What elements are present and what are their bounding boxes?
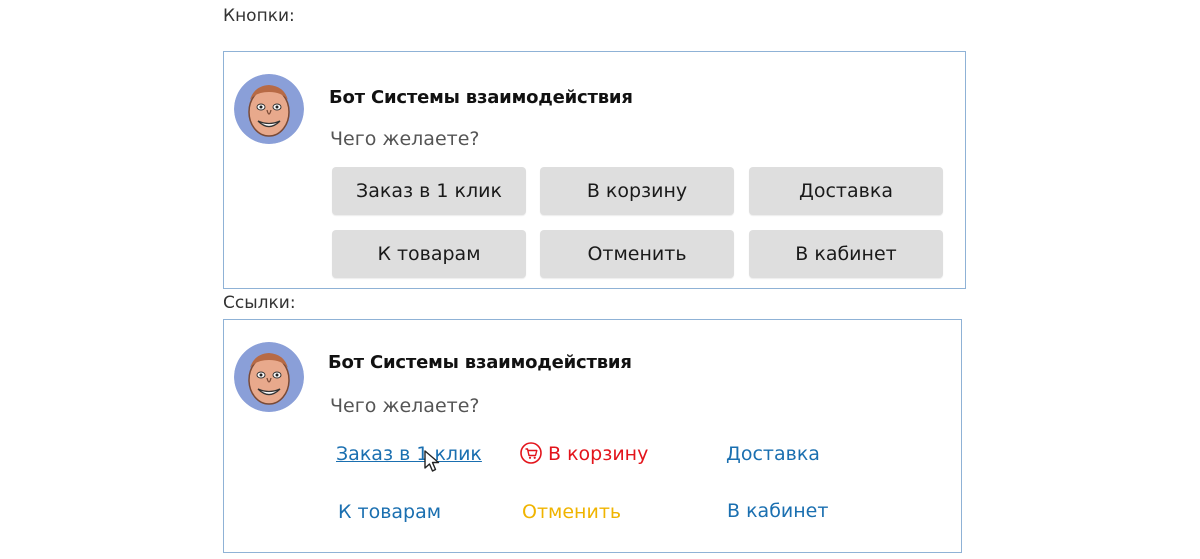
bot-name: Бот Системы взаимодействия [329,87,633,108]
order-one-click-link[interactable]: Заказ в 1 клик [336,443,482,465]
to-account-button[interactable]: В кабинет [749,230,943,278]
bot-question: Чего желаете? [330,128,480,150]
cancel-link[interactable]: Отменить [522,501,621,523]
bot-name: Бот Системы взаимодействия [328,352,632,373]
to-products-button[interactable]: К товарам [332,230,526,278]
bot-question: Чего желаете? [330,395,480,417]
bot-avatar [234,74,304,144]
to-products-link[interactable]: К товарам [338,501,441,523]
to-account-link[interactable]: В кабинет [727,500,828,522]
links-section-label: Ссылки: [223,293,296,313]
bot-face-icon [234,74,304,144]
cancel-button[interactable]: Отменить [540,230,734,278]
add-to-cart-link[interactable]: В корзину [520,442,648,465]
delivery-link[interactable]: Доставка [726,443,820,465]
delivery-button[interactable]: Доставка [749,167,943,215]
links-chat-panel: Бот Системы взаимодействия Чего желаете?… [223,319,962,553]
cart-icon [520,442,542,464]
bot-avatar [234,342,304,412]
add-to-cart-button[interactable]: В корзину [540,167,734,215]
order-one-click-button[interactable]: Заказ в 1 клик [332,167,526,215]
buttons-chat-panel: Бот Системы взаимодействия Чего желаете?… [223,51,966,289]
bot-face-icon [234,342,304,412]
add-to-cart-link-label: В корзину [548,443,649,465]
buttons-section-label: Кнопки: [223,6,295,26]
